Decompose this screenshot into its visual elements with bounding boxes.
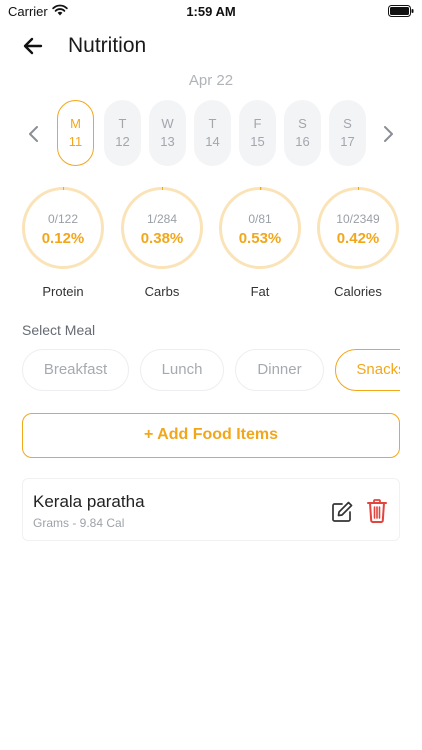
fat-label: Fat <box>250 284 270 299</box>
day-letter: F <box>253 116 262 131</box>
day-number: 12 <box>115 134 130 149</box>
day-letter: W <box>161 116 174 131</box>
fat-percent: 0.53% <box>238 230 282 247</box>
page-title: Nutrition <box>68 34 147 57</box>
meal-option-breakfast[interactable]: Breakfast <box>22 349 129 391</box>
day-number: 11 <box>68 134 83 149</box>
day-number: 15 <box>250 134 265 149</box>
calories-label: Calories <box>334 284 382 299</box>
day-item[interactable]: F 15 <box>239 100 276 166</box>
status-bar: Carrier 1:59 AM <box>0 0 422 24</box>
calories-progress-ring: 10/2349 0.42% <box>316 186 400 270</box>
day-item[interactable]: S 17 <box>329 100 366 166</box>
protein-percent: 0.12% <box>41 230 85 247</box>
day-letter: T <box>208 116 217 131</box>
trash-icon[interactable] <box>366 498 388 524</box>
carbs-progress-ring: 1/284 0.38% <box>120 186 204 270</box>
back-arrow-icon[interactable] <box>20 33 46 59</box>
calories-count: 10/2349 <box>336 212 380 226</box>
status-time: 1:59 AM <box>186 4 236 19</box>
select-meal-heading: Select Meal <box>22 322 96 338</box>
protein-label: Protein <box>42 284 84 299</box>
week-day-selector: M 11 T 12 W 13 T 14 F 15 S 16 S 17 <box>57 100 377 168</box>
food-item-meta: Grams - 9.84 Cal <box>33 516 125 530</box>
meal-option-snacks[interactable]: Snacks <box>335 349 400 391</box>
day-number: 13 <box>160 134 175 149</box>
carbs-count: 1/284 <box>146 212 178 226</box>
fat-count: 0/81 <box>248 212 272 226</box>
edit-icon[interactable] <box>330 500 354 524</box>
meal-selector: Breakfast Lunch Dinner Snacks <box>22 349 400 393</box>
day-letter: S <box>343 116 352 131</box>
protein-progress-ring: 0/122 0.12% <box>21 186 105 270</box>
add-food-items-button[interactable]: + Add Food Items <box>22 413 400 458</box>
food-item-name: Kerala paratha <box>33 492 145 511</box>
meal-option-dinner[interactable]: Dinner <box>235 349 324 391</box>
chevron-left-icon[interactable] <box>26 124 42 144</box>
day-item[interactable]: S 16 <box>284 100 321 166</box>
day-letter: M <box>70 116 81 131</box>
day-item[interactable]: W 13 <box>149 100 186 166</box>
meal-option-lunch[interactable]: Lunch <box>140 349 224 391</box>
day-item[interactable]: T 12 <box>104 100 141 166</box>
battery-icon <box>388 5 414 17</box>
day-number: 16 <box>295 134 310 149</box>
day-item[interactable]: T 14 <box>194 100 231 166</box>
day-letter: S <box>298 116 307 131</box>
carbs-percent: 0.38% <box>140 230 184 247</box>
calories-percent: 0.42% <box>336 230 380 247</box>
chevron-right-icon[interactable] <box>380 124 396 144</box>
food-item-card[interactable]: Kerala paratha Grams - 9.84 Cal <box>22 478 400 541</box>
day-letter: T <box>118 116 127 131</box>
fat-progress-ring: 0/81 0.53% <box>218 186 302 270</box>
date-label: Apr 22 <box>188 72 234 89</box>
carbs-label: Carbs <box>144 284 180 299</box>
protein-count: 0/122 <box>47 212 79 226</box>
day-item[interactable]: M 11 <box>57 100 94 166</box>
day-number: 14 <box>205 134 220 149</box>
day-number: 17 <box>340 134 355 149</box>
